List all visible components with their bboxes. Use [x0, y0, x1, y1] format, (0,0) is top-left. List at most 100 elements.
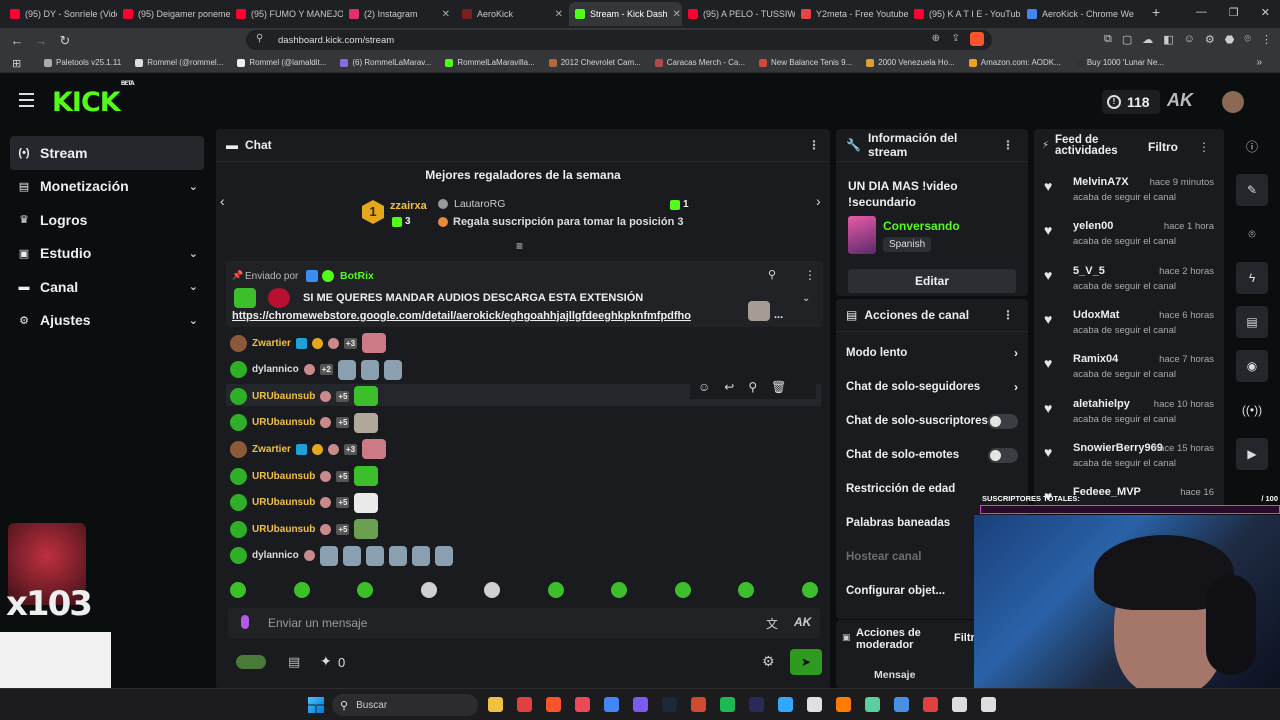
bookmark-item[interactable]: Buy 1000 'Lunar Ne...: [1074, 58, 1164, 67]
category-thumbnail[interactable]: [848, 216, 876, 254]
avatar[interactable]: [230, 414, 247, 432]
extension-icon[interactable]: ▢: [1122, 33, 1132, 46]
avatar[interactable]: [230, 334, 247, 352]
delete-icon[interactable]: 🗑: [771, 380, 786, 394]
extension-icon[interactable]: ◧: [1163, 33, 1173, 46]
back-icon[interactable]: ←: [10, 33, 24, 48]
browser-tab[interactable]: Y2meta - Free Youtube✕: [795, 2, 908, 26]
sidebar-item-canal[interactable]: ▬ Canal ⌄: [10, 270, 204, 304]
broadcast-icon[interactable]: ((•)): [1236, 394, 1268, 426]
bookmark-item[interactable]: New Balance Tenis 9...: [759, 58, 852, 67]
tab-close-icon[interactable]: ✕: [673, 9, 681, 20]
chat-message[interactable]: Zwartier +3: [230, 438, 387, 460]
send-button[interactable]: ➤: [790, 649, 822, 675]
emoji-react-icon[interactable]: ☺: [698, 380, 710, 394]
category-name[interactable]: Conversando: [883, 219, 960, 233]
tab-close-icon[interactable]: ✕: [555, 9, 563, 20]
kick-logo[interactable]: KICKBETA: [52, 80, 135, 118]
zoom-icon[interactable]: ⊕: [932, 33, 940, 44]
avatar[interactable]: [1222, 91, 1244, 113]
taskbar-app-icon[interactable]: [662, 697, 677, 712]
lightning-icon[interactable]: ϟ: [1236, 262, 1268, 294]
info-icon[interactable]: ⓘ: [1236, 130, 1268, 162]
chat-input-box[interactable]: Enviar un mensaje 文 AK: [228, 608, 820, 638]
menu-icon[interactable]: ⋮: [1261, 33, 1272, 46]
gift-cta-text[interactable]: Regala suscripción para tomar la posició…: [453, 216, 683, 228]
quick-emote[interactable]: [230, 582, 246, 598]
feed-filter-button[interactable]: Filtro: [1148, 140, 1178, 154]
chat-options-icon[interactable]: ⋮: [808, 138, 820, 152]
channel-action-item[interactable]: Chat de solo-emotes: [836, 438, 1028, 472]
avatar[interactable]: [230, 361, 247, 379]
chat-settings-icon[interactable]: ⚙: [762, 653, 775, 670]
shop-icon[interactable]: ▤: [288, 654, 300, 670]
quick-emote[interactable]: [293, 582, 310, 598]
channel-action-item[interactable]: Modo lento ›: [836, 336, 1028, 370]
gifters-next-icon[interactable]: ›: [816, 193, 821, 209]
bookmark-item[interactable]: Amazon.com: AODK...: [968, 58, 1061, 67]
maximize-icon[interactable]: ❐: [1229, 6, 1239, 19]
browser-tab[interactable]: (2) Instagram ✕: [343, 2, 456, 26]
site-info-icon[interactable]: ⚲: [256, 33, 263, 44]
avatar[interactable]: [230, 440, 247, 458]
avatar[interactable]: [230, 494, 247, 512]
avatar[interactable]: [230, 547, 247, 565]
reload-icon[interactable]: ↻: [58, 33, 72, 49]
chat-message[interactable]: URUbaunsub +5: [230, 412, 379, 434]
brave-shield-icon[interactable]: [970, 32, 984, 46]
extension-icon[interactable]: ⌾: [1244, 33, 1251, 46]
channel-actions-options-icon[interactable]: ⋮: [1002, 308, 1014, 322]
bookmark-item[interactable]: Caracas Merch - Ca...: [654, 58, 745, 67]
toggle-switch[interactable]: [988, 413, 1018, 429]
bookmark-item[interactable]: Rommel (@lamaldit...: [237, 58, 326, 67]
feed-username[interactable]: 5_V_5: [1073, 265, 1105, 277]
gifter-name[interactable]: zzairxa: [390, 200, 427, 212]
pin-message-icon[interactable]: ⚲: [748, 380, 757, 394]
share-icon[interactable]: ⇪: [952, 33, 960, 44]
quick-emote[interactable]: [674, 582, 691, 598]
chat-message[interactable]: dylannico: [230, 545, 453, 567]
quick-emote[interactable]: [801, 582, 818, 598]
taskbar-app-icon[interactable]: [981, 697, 996, 712]
quick-emote[interactable]: [738, 582, 754, 598]
avatar[interactable]: [230, 387, 247, 405]
close-icon[interactable]: ✕: [1261, 6, 1270, 19]
chat-message[interactable]: URUbaunsub +5: [230, 385, 379, 407]
feed-username[interactable]: Ramix04: [1073, 353, 1118, 365]
sidebar-item-logros[interactable]: ♛ Logros: [10, 203, 204, 237]
browser-tab[interactable]: (95) DY - Sonríele (Vide✕: [4, 2, 117, 26]
sidebar-item-ajustes[interactable]: ⚙ Ajustes ⌄: [10, 304, 204, 338]
chat-username[interactable]: dylannico: [252, 550, 299, 561]
browser-tab[interactable]: (95) K A T I E - YouTub✕: [908, 2, 1021, 26]
gifter2-name[interactable]: LautaroRG: [454, 198, 505, 210]
taskbar-app-icon[interactable]: [575, 697, 590, 712]
extension-icon[interactable]: ⧉: [1104, 33, 1112, 46]
microphone-icon[interactable]: [241, 615, 249, 629]
browser-tab[interactable]: (95) Deigamer poneme✕: [117, 2, 230, 26]
windows-start-icon[interactable]: [308, 697, 324, 713]
chat-username[interactable]: URUbaunsub: [252, 391, 315, 402]
edit-button[interactable]: Editar: [848, 269, 1016, 293]
pinned-link[interactable]: https://chromewebstore.google.com/detail…: [232, 310, 737, 322]
feed-username[interactable]: yelen00: [1073, 220, 1113, 232]
browser-tab[interactable]: AeroKick ✕: [456, 2, 569, 26]
edit-pen-icon[interactable]: ✎: [1236, 174, 1268, 206]
sidebar-item-estudio[interactable]: ▣ Estudio ⌄: [10, 237, 204, 271]
aerokick-logo-icon[interactable]: AK: [1167, 90, 1193, 111]
taskbar-app-icon[interactable]: [865, 697, 880, 712]
extension-icon[interactable]: ☁: [1142, 33, 1153, 46]
new-tab-button[interactable]: +: [1152, 4, 1160, 20]
extension-icon[interactable]: ☺: [1184, 33, 1195, 46]
pinned-options-icon[interactable]: ⋮: [804, 268, 816, 282]
taskbar-app-icon[interactable]: [517, 697, 532, 712]
chat-username[interactable]: URUbaunsub: [252, 417, 315, 428]
quick-emote[interactable]: [547, 582, 564, 598]
taskbar-app-icon[interactable]: [778, 697, 793, 712]
chat-username[interactable]: Zwartier: [252, 444, 291, 455]
bookmark-item[interactable]: 2000 Venezuela Ho...: [866, 58, 955, 67]
url-input[interactable]: ⚲ dashboard.kick.com/stream ⊕ ⇪: [246, 30, 992, 50]
taskbar-app-icon[interactable]: [894, 697, 909, 712]
avatar[interactable]: [230, 520, 247, 538]
translate-icon[interactable]: 文: [766, 615, 778, 632]
apps-grid-icon[interactable]: ⊞: [12, 57, 21, 70]
